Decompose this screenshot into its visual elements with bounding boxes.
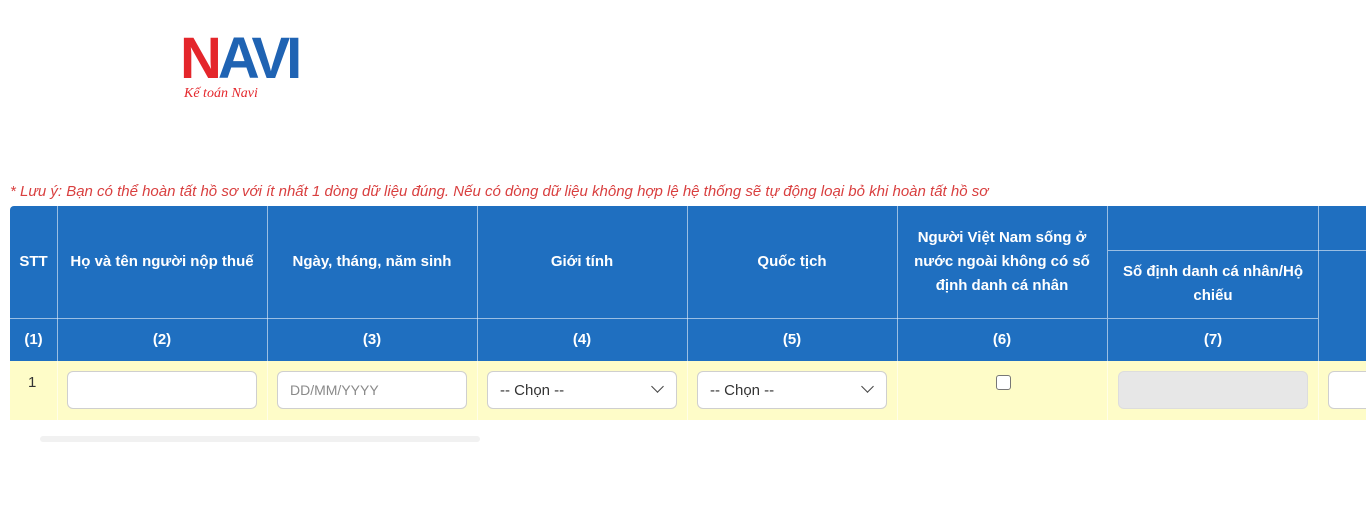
full-name-input[interactable] [67, 371, 257, 409]
cell-overseas-no-id [897, 361, 1107, 420]
logo-letter-n: N [180, 26, 222, 91]
column-overseas-no-id: Người Việt Nam sống ở nước ngoài không c… [897, 206, 1108, 420]
logo-mark: NAVI [180, 30, 302, 88]
company-logo: NAVI Kế toán Navi [180, 30, 302, 105]
nationality-selected-value: -- Chọn -- [710, 381, 775, 399]
cell-date-of-birth: DD/MM/YYYY [267, 361, 477, 420]
header-number-5: (5) [687, 318, 897, 361]
logo-letter-a: A [217, 26, 256, 91]
taxpayer-table: STT (1) 1 Họ và tên người nộp thuế (2) N… [10, 206, 1366, 420]
header-id-number: Số định danh cá nhân/Hộ chiếu [1123, 263, 1303, 304]
header-number-4: (4) [477, 318, 687, 361]
header-date-of-birth: Ngày, tháng, năm sinh [292, 253, 452, 270]
horizontal-scrollbar[interactable] [40, 436, 480, 442]
gender-select[interactable]: -- Chọn -- [487, 371, 677, 409]
cell-gender: -- Chọn -- [477, 361, 687, 420]
cell-nationality: -- Chọn -- [687, 361, 897, 420]
column-gender: Giới tính (4) -- Chọn -- [477, 206, 688, 420]
id-number-input[interactable] [1118, 371, 1308, 409]
header-gender: Giới tính [550, 253, 614, 270]
column-nationality: Quốc tịch (5) -- Chọn -- [687, 206, 898, 420]
header-number-2: (2) [57, 318, 267, 361]
column-full-name: Họ và tên người nộp thuế (2) [57, 206, 268, 420]
cell-next-partial [1318, 361, 1366, 420]
cell-id-number [1108, 361, 1318, 420]
logo-subtitle: Kế toán Navi [184, 86, 258, 101]
header-number-7: (7) [1108, 318, 1318, 361]
header-nationality: Quốc tịch [757, 253, 827, 270]
cell-stt: 1 [10, 361, 57, 420]
header-full-name: Họ và tên người nộp thuế [70, 253, 254, 270]
validation-note: * Lưu ý: Bạn có thể hoàn tất hồ sơ với í… [10, 183, 989, 200]
nationality-select[interactable]: -- Chọn -- [697, 371, 887, 409]
header-number-3: (3) [267, 318, 477, 361]
next-column-input[interactable] [1328, 371, 1366, 409]
header-stt: STT [19, 253, 48, 270]
row-index: 1 [28, 374, 37, 391]
header-number-6: (6) [897, 318, 1107, 361]
header-number-1: (1) [10, 318, 57, 361]
logo-letters-vi: VI [251, 26, 302, 91]
column-date-of-birth: Ngày, tháng, năm sinh (3) DD/MM/YYYY [267, 206, 478, 420]
chevron-down-icon [861, 380, 874, 393]
chevron-down-icon [651, 380, 664, 393]
cell-full-name [57, 361, 267, 420]
gender-selected-value: -- Chọn -- [500, 381, 565, 399]
overseas-no-id-checkbox[interactable] [996, 375, 1011, 390]
column-next-partial [1318, 206, 1366, 420]
date-of-birth-input[interactable]: DD/MM/YYYY [277, 371, 467, 409]
column-stt: STT (1) 1 [10, 206, 58, 420]
column-id-number: Số định danh cá nhân/Hộ chiếu (7) [1108, 206, 1319, 420]
header-overseas-no-id: Người Việt Nam sống ở nước ngoài không c… [914, 229, 1090, 294]
